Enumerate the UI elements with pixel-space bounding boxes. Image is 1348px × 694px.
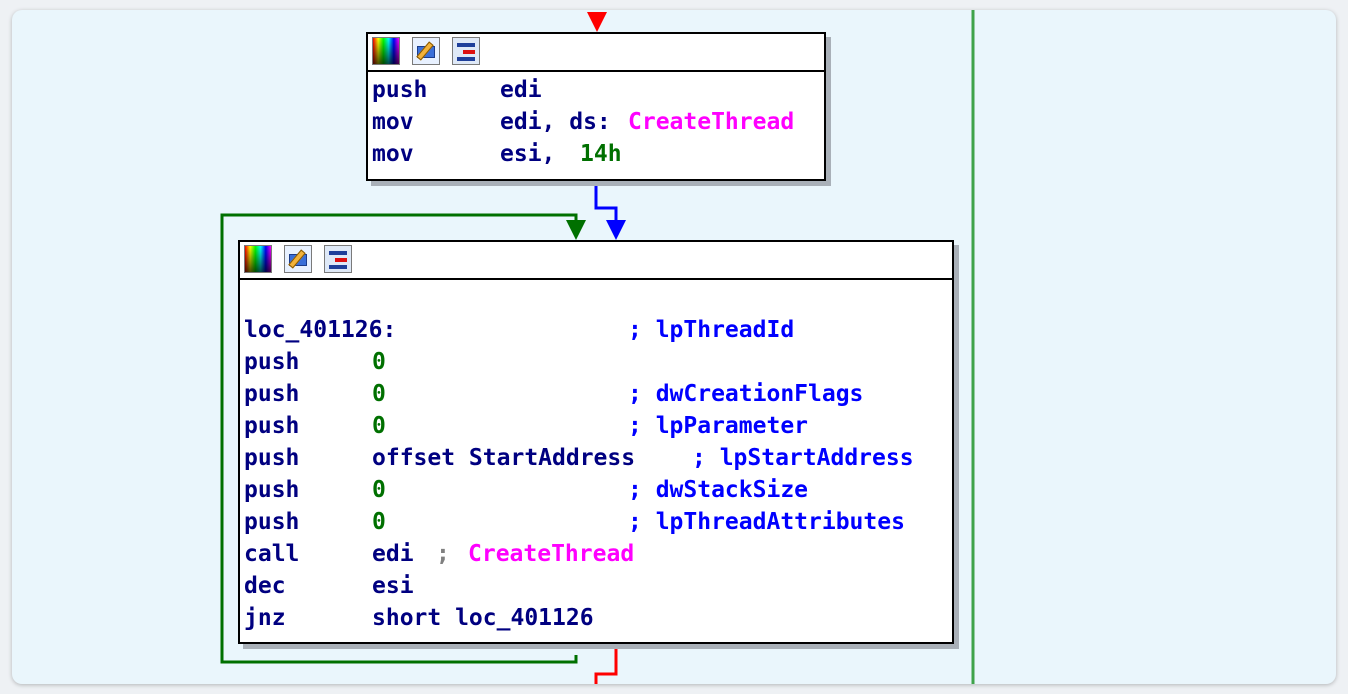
asm-line[interactable]: loc_401126: ; lpThreadId: [244, 314, 950, 346]
asm-line[interactable]: push 0 ; dwStackSize: [244, 474, 950, 506]
asm-line[interactable]: push 0 ; lpThreadAttributes: [244, 506, 950, 538]
asm-line[interactable]: push 0 ; dwCreationFlags: [244, 378, 950, 410]
mnemonic: mov: [372, 109, 414, 135]
exit-edge[interactable]: [594, 642, 618, 684]
block-1-listing: push edi mov edi, ds: CreateThread mov e…: [372, 74, 822, 170]
graph-overview-icon[interactable]: [452, 37, 480, 65]
mnemonic: push: [244, 509, 300, 535]
comment-separator: ;: [436, 541, 450, 567]
import-symbol[interactable]: CreateThread: [468, 538, 634, 570]
operand[interactable]: short loc_401126: [372, 602, 594, 634]
asm-line[interactable]: mov edi, ds: CreateThread: [372, 106, 822, 138]
immediate-value: 0: [372, 509, 386, 535]
mnemonic: call: [244, 541, 300, 567]
block-2-toolbar: [240, 242, 952, 280]
graph-overview-icon[interactable]: [324, 245, 352, 273]
incoming-edge-arrow: [587, 12, 607, 32]
mnemonic: push: [244, 477, 300, 503]
comment: ; lpThreadId: [628, 317, 795, 343]
operand: edi: [500, 77, 542, 103]
basic-block-2[interactable]: loc_401126: ; lpThreadId push 0 push 0 ;…: [238, 240, 954, 644]
immediate-value: 0: [372, 381, 386, 407]
mnemonic: push: [244, 413, 300, 439]
comment: ; lpThreadAttributes: [628, 509, 905, 535]
asm-line[interactable]: push 0: [244, 346, 950, 378]
ida-graph-view[interactable]: push edi mov edi, ds: CreateThread mov e…: [12, 10, 1336, 684]
comment: ; lpStartAddress: [692, 445, 914, 471]
asm-line[interactable]: mov esi, 14h: [372, 138, 822, 170]
color-palette-icon[interactable]: [244, 245, 272, 273]
comment: ; lpParameter: [628, 413, 809, 439]
operand: esi,: [500, 141, 570, 167]
mnemonic: jnz: [244, 605, 286, 631]
immediate-value: 0: [372, 413, 386, 439]
color-palette-icon[interactable]: [372, 37, 400, 65]
operand: esi: [372, 573, 414, 599]
immediate-value: 0: [372, 477, 386, 503]
operand[interactable]: offset StartAddress: [372, 442, 635, 474]
rename-pencil-icon[interactable]: [284, 245, 312, 273]
import-symbol[interactable]: CreateThread: [628, 106, 794, 138]
comment: ; dwCreationFlags: [628, 381, 864, 407]
mnemonic: push: [244, 381, 300, 407]
mnemonic: push: [244, 349, 300, 375]
fallthrough-edge[interactable]: [594, 180, 618, 225]
mnemonic: dec: [244, 573, 286, 599]
block-1-toolbar: [368, 34, 824, 72]
basic-block-1[interactable]: push edi mov edi, ds: CreateThread mov e…: [366, 32, 826, 181]
operand: edi: [372, 541, 414, 567]
mnemonic: push: [244, 445, 300, 471]
asm-line[interactable]: push 0 ; lpParameter: [244, 410, 950, 442]
mnemonic: mov: [372, 141, 414, 167]
loop-back-edge-arrow: [566, 220, 586, 240]
asm-line[interactable]: push offset StartAddress ; lpStartAddres…: [244, 442, 950, 474]
fallthrough-edge-arrow: [606, 220, 626, 240]
asm-line[interactable]: jnz short loc_401126: [244, 602, 950, 634]
operand: edi, ds:: [500, 109, 611, 135]
asm-line[interactable]: call edi ; CreateThread: [244, 538, 950, 570]
rename-pencil-icon[interactable]: [412, 37, 440, 65]
asm-line[interactable]: dec esi: [244, 570, 950, 602]
mnemonic: push: [372, 77, 428, 103]
comment: ; dwStackSize: [628, 477, 809, 503]
immediate-value: 14h: [580, 141, 622, 167]
immediate-value: 0: [372, 349, 386, 375]
asm-line[interactable]: push edi: [372, 74, 822, 106]
block-2-listing: loc_401126: ; lpThreadId push 0 push 0 ;…: [244, 314, 950, 634]
location-label[interactable]: loc_401126:: [244, 314, 396, 346]
